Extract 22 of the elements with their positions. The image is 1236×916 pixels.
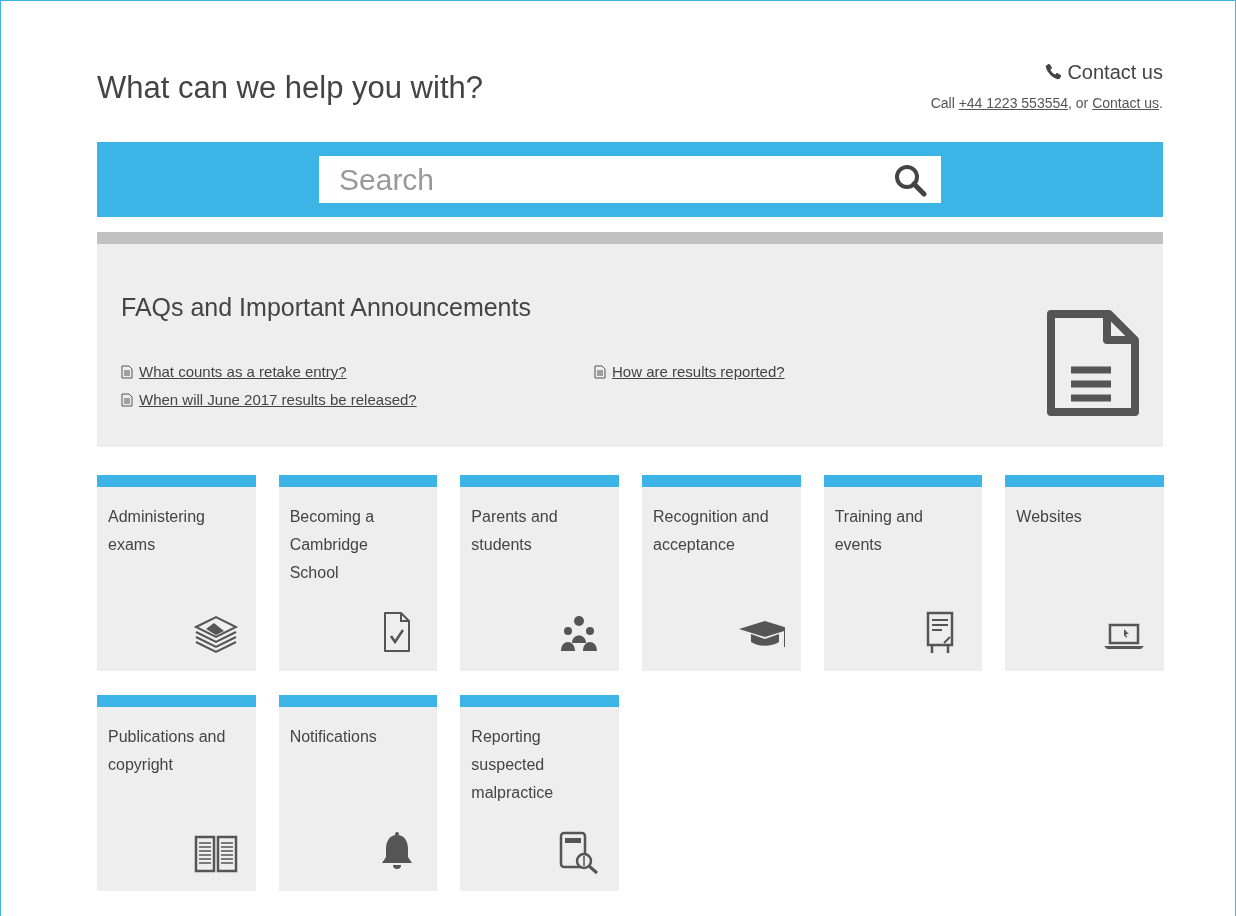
category-tile[interactable]: Training and events (823, 475, 983, 671)
contact-sentence: Call +44 1223 553554, or Contact us. (930, 94, 1163, 113)
document-icon (121, 393, 133, 408)
category-tile[interactable]: Notifications (278, 695, 438, 891)
category-tile[interactable]: Reporting suspected malpractice (460, 695, 619, 891)
category-tile[interactable]: Publications and copyright (97, 695, 256, 891)
category-tile[interactable]: Becoming a Cambridge School (278, 475, 438, 671)
document-icon (594, 364, 606, 379)
search-field[interactable]: Search (319, 156, 941, 203)
category-tile[interactable]: Administering exams (97, 475, 256, 671)
phone-icon (1043, 62, 1064, 82)
contact-title: Contact us (1067, 60, 1163, 85)
faq-link[interactable]: How are results reported? (612, 360, 785, 383)
category-tile[interactable]: Websites (1005, 475, 1164, 671)
faq-title: FAQs and Important Announcements (121, 292, 532, 323)
faq-link[interactable]: When will June 2017 results be released? (139, 389, 417, 412)
category-tile[interactable]: Recognition and acceptance (642, 475, 801, 671)
search-icon[interactable] (893, 163, 927, 197)
document-icon (121, 364, 133, 379)
faq-link[interactable]: What counts as a retake entry? (139, 360, 347, 383)
category-tile[interactable]: Parents and students (460, 475, 619, 671)
page-heading: What can we help you with? (97, 69, 483, 107)
